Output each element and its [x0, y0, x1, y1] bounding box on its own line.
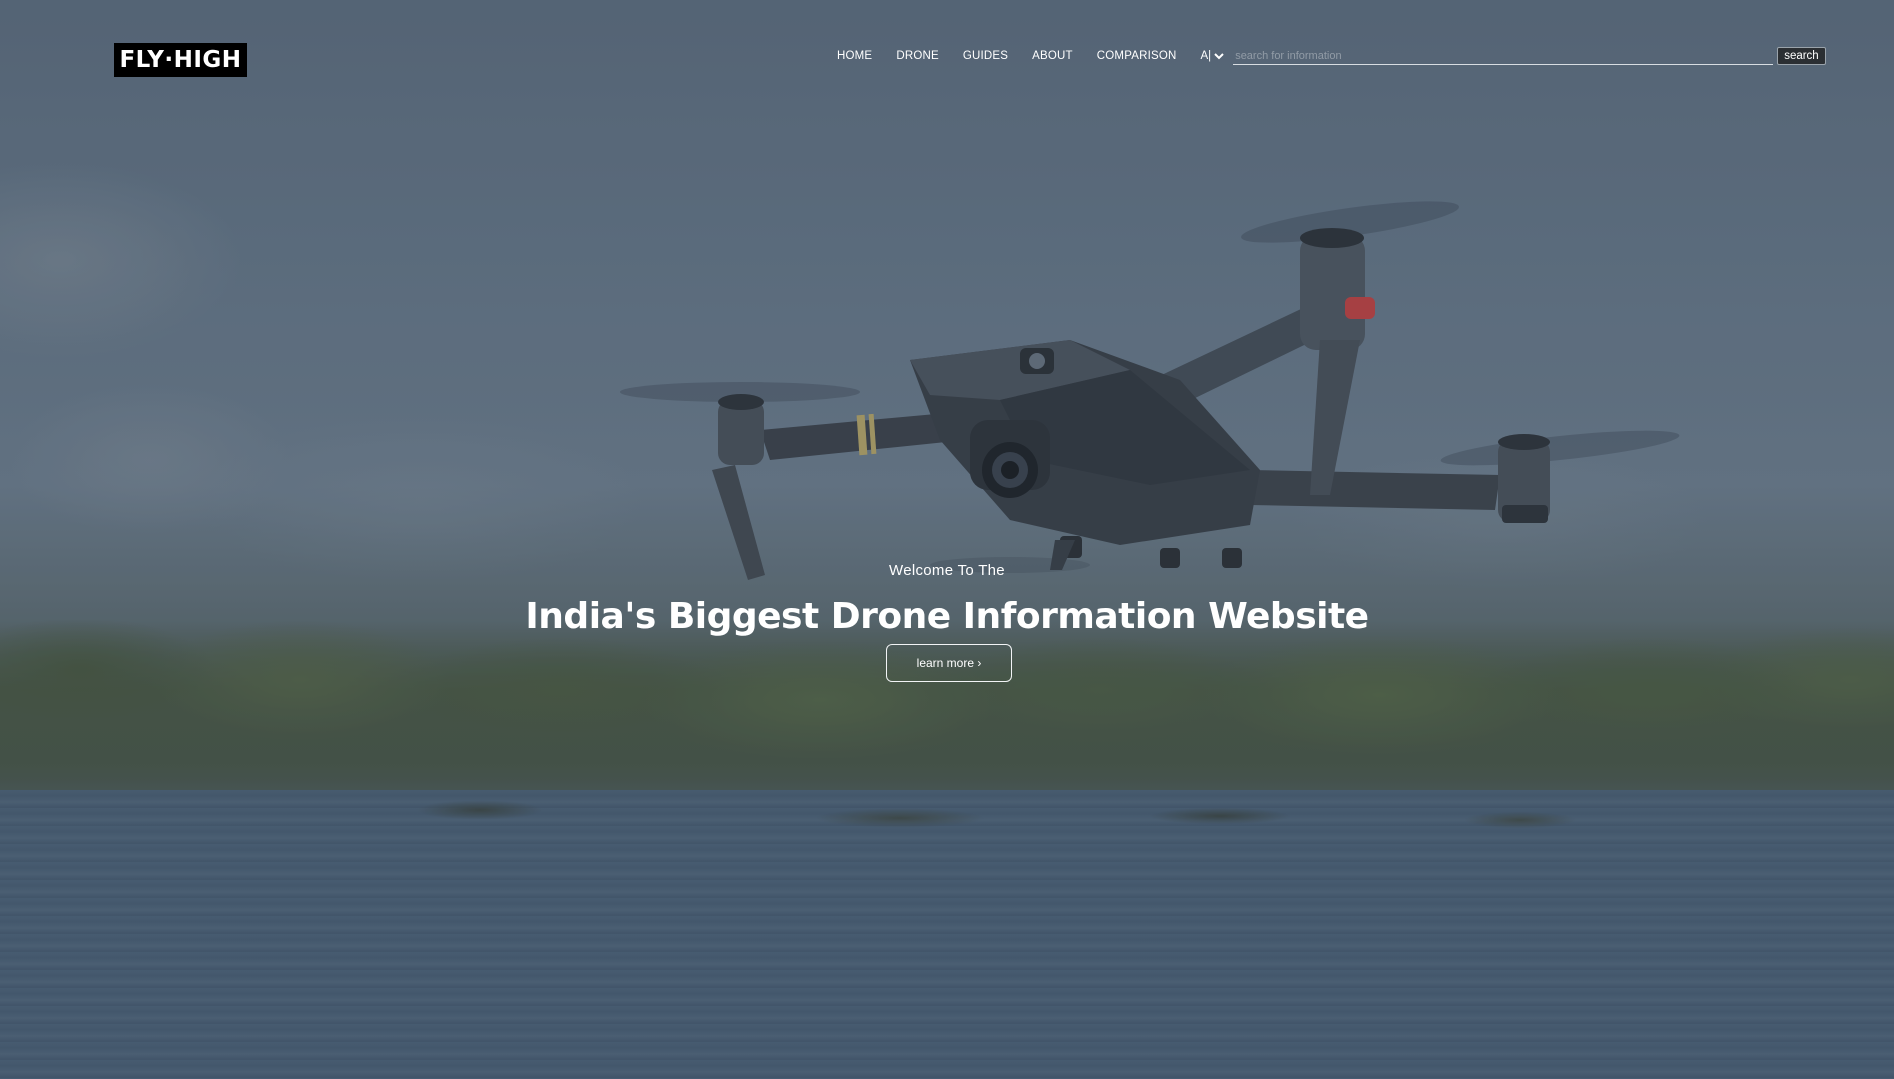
site-logo[interactable]: FLY·HIGH [114, 43, 247, 77]
nav-item-drone[interactable]: DRONE [896, 50, 939, 62]
search-button[interactable]: search [1777, 47, 1826, 65]
dark-overlay [0, 0, 1894, 1079]
search-input[interactable] [1233, 47, 1774, 65]
nav-item-about[interactable]: ABOUT [1032, 50, 1073, 62]
nav-item-comparison[interactable]: COMPARISON [1097, 50, 1177, 62]
hero-section: FLY·HIGH HOME DRONE GUIDES ABOUT COMPARI… [0, 0, 1894, 1079]
learn-more-button[interactable]: learn more › [886, 644, 1012, 682]
nav-item-home[interactable]: HOME [837, 50, 872, 62]
nav-item-guides[interactable]: GUIDES [963, 50, 1008, 62]
main-navigation: HOME DRONE GUIDES ABOUT COMPARISON A| se… [837, 47, 1826, 65]
hero-headline: India's Biggest Drone Information Websit… [525, 596, 1369, 637]
chevron-down-icon [1214, 53, 1224, 60]
language-dropdown[interactable]: A| [1201, 50, 1226, 62]
hero-welcome-text: Welcome To The [889, 562, 1005, 579]
language-selected-label: A| [1200, 50, 1212, 62]
